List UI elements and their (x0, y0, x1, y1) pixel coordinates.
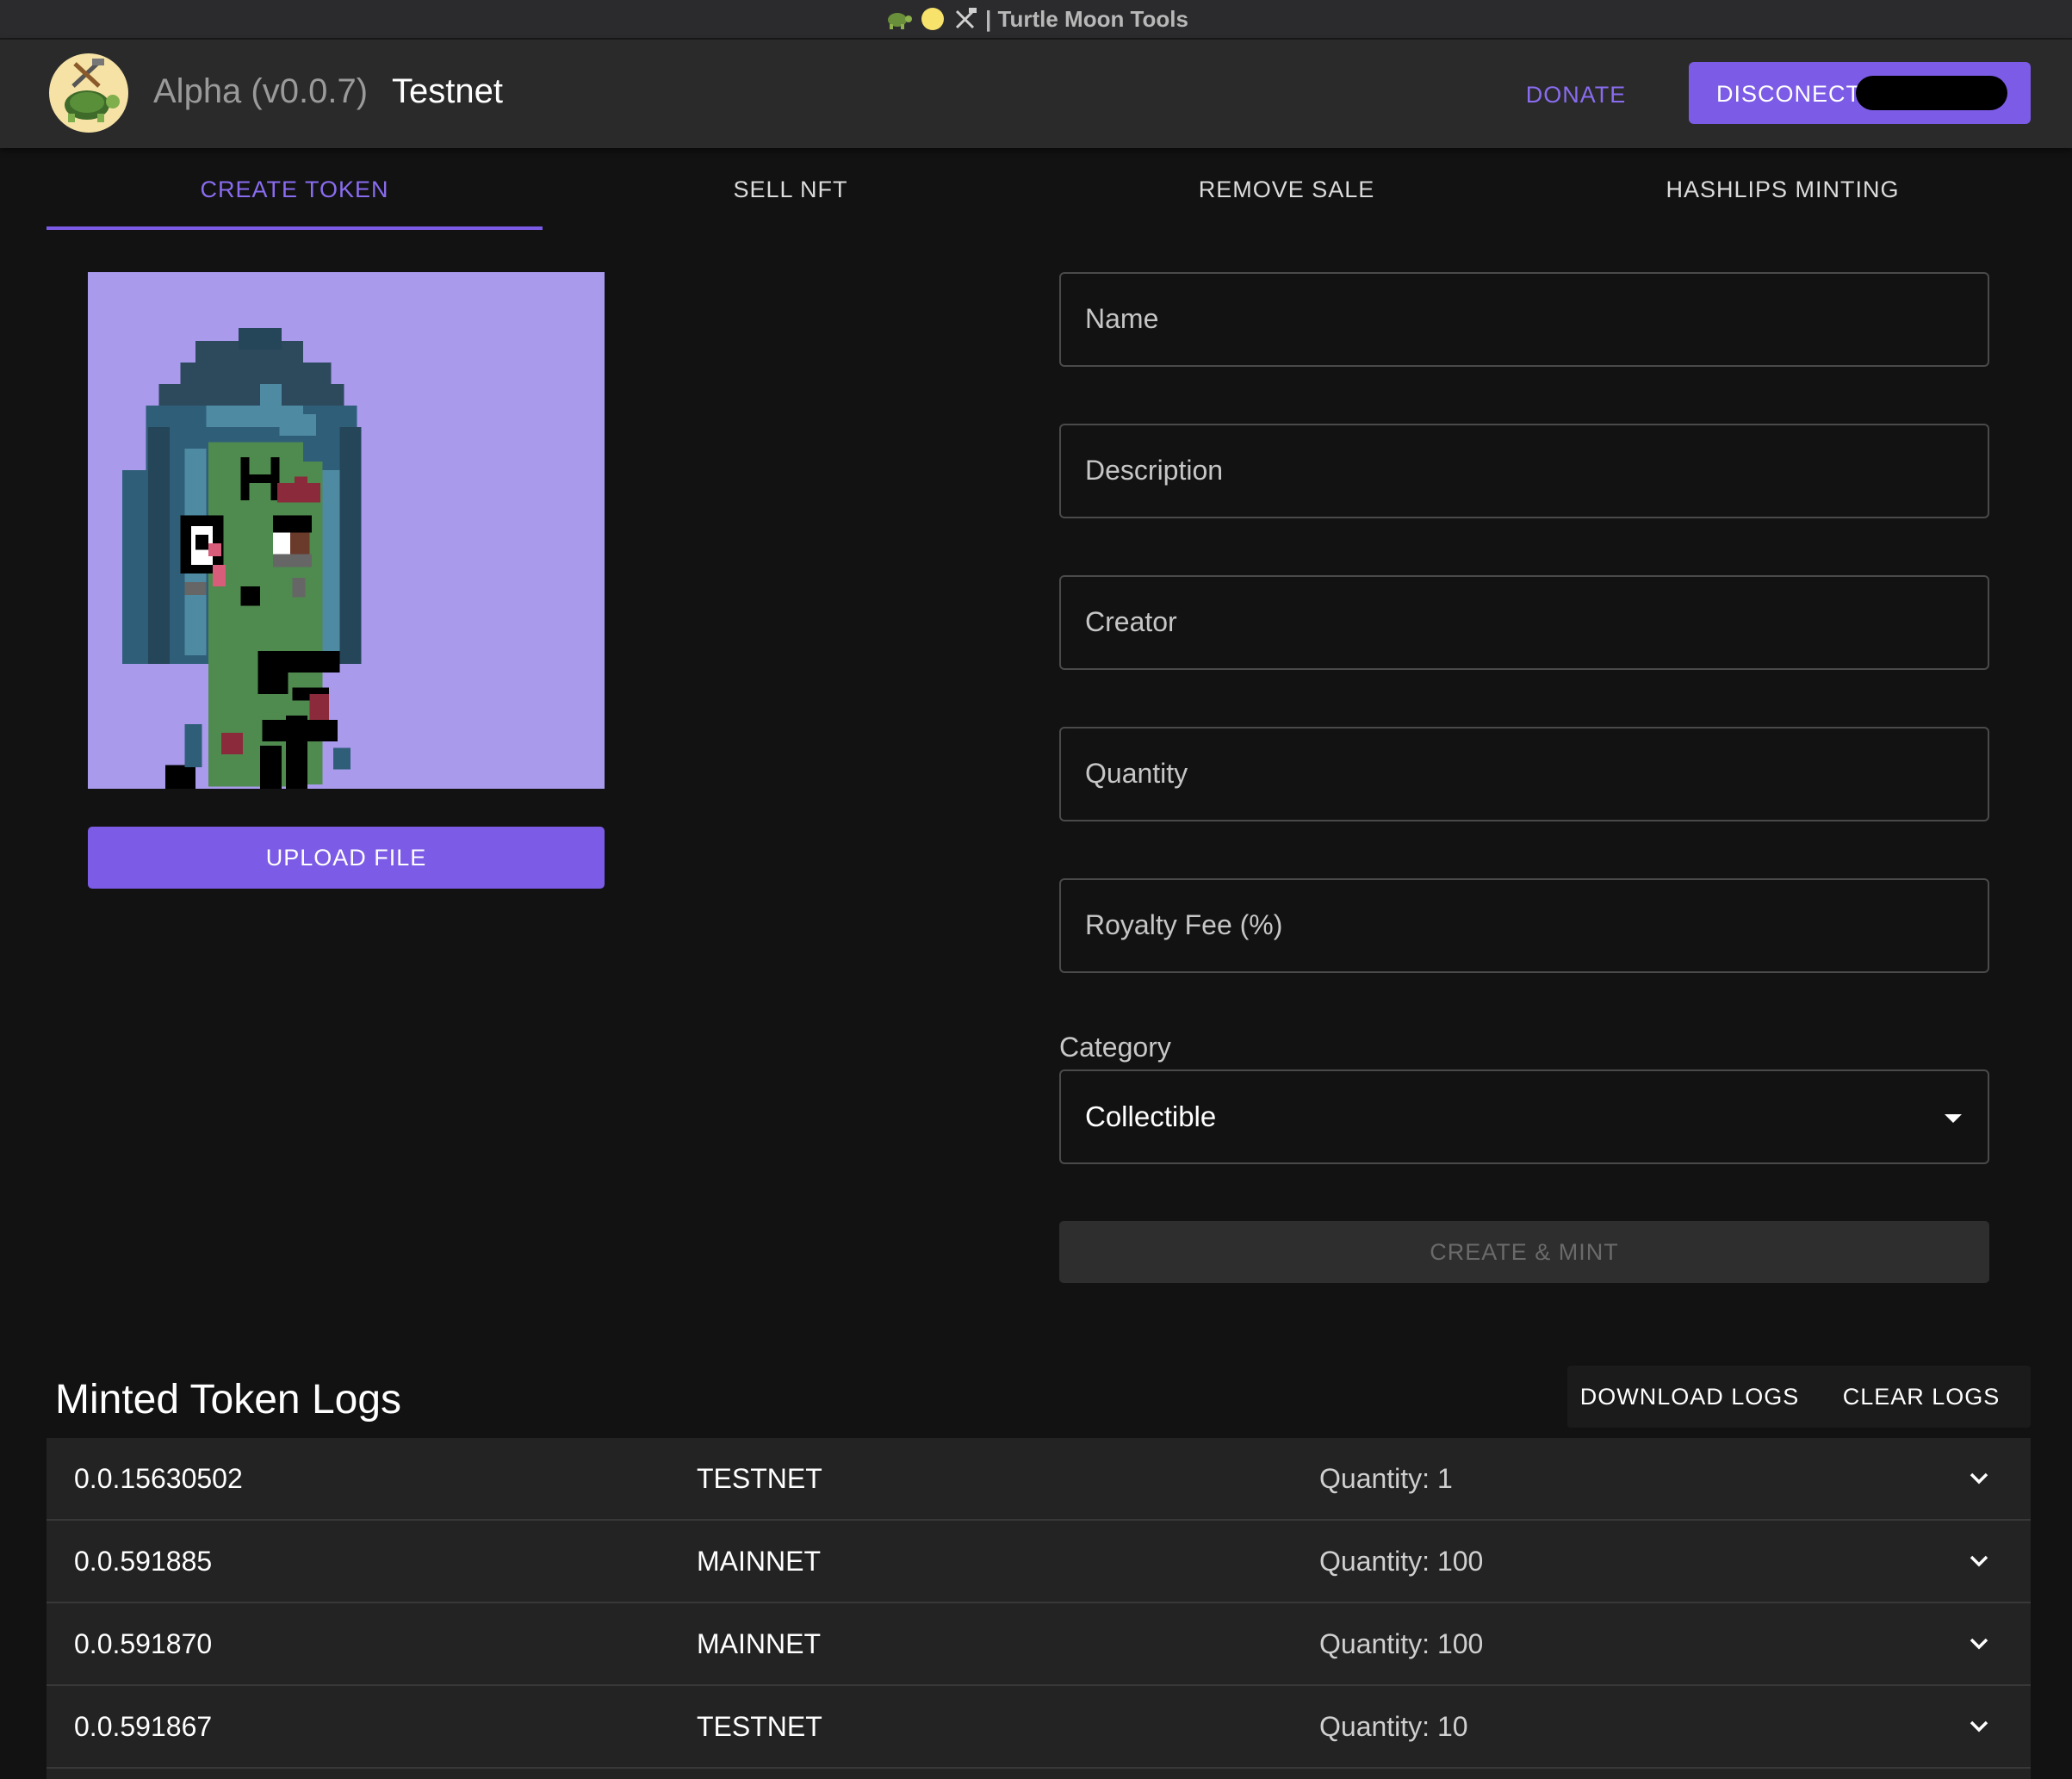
tab-create-token[interactable]: CREATE TOKEN (47, 148, 543, 231)
description-field-placeholder: Description (1085, 455, 1224, 486)
active-tab-indicator (47, 226, 543, 230)
create-mint-button[interactable]: CREATE & MINT (1059, 1221, 1989, 1283)
app-version: Alpha (v0.0.7) (153, 72, 369, 110)
dropdown-arrow-icon (1945, 1114, 1962, 1123)
description-field[interactable]: Description (1059, 424, 1989, 518)
quantity-field[interactable]: Quantity (1059, 727, 1989, 821)
log-token-id: 0.0.591870 (74, 1628, 213, 1659)
category-select[interactable]: Collectible (1059, 1069, 1989, 1164)
tab-remove-sale[interactable]: REMOVE SALE (1039, 148, 1535, 231)
log-token-id: 0.0.591867 (74, 1711, 213, 1742)
disconnect-label: DISCONECT (1716, 81, 1862, 107)
name-field-placeholder: Name (1085, 303, 1159, 334)
turtle-icon (888, 13, 913, 29)
turtle-logo (49, 53, 128, 133)
moon-icon (921, 8, 945, 30)
log-network: TESTNET (697, 1711, 822, 1742)
log-token-id: 0.0.15630502 (74, 1463, 243, 1494)
redacted-account-id (1856, 76, 2007, 110)
logs-title: Minted Token Logs (55, 1377, 402, 1423)
log-quantity: Quantity: 100 (1319, 1546, 1484, 1577)
category-value: Collectible (1085, 1100, 1217, 1132)
log-token-id: 0.0.591885 (74, 1546, 213, 1577)
window-title: | Turtle Moon Tools (985, 5, 1188, 32)
log-network: MAINNET (697, 1546, 821, 1577)
window-titlebar: | Turtle Moon Tools (0, 0, 2072, 40)
log-network: MAINNET (697, 1628, 821, 1659)
tab-bar: CREATE TOKEN SELL NFT REMOVE SALE HASHLI… (47, 148, 2031, 231)
name-field[interactable]: Name (1059, 272, 1989, 367)
log-row[interactable]: 0.0.591867 TESTNET Quantity: 10 (47, 1686, 2031, 1769)
app-bar: Alpha (v0.0.7) Testnet DONATE DISCONECT (0, 40, 2072, 148)
tab-hashlips-minting[interactable]: HASHLIPS MINTING (1535, 148, 2031, 231)
chevron-down-icon[interactable] (1967, 1466, 1991, 1490)
log-row[interactable]: 0.0.591870 MAINNET Quantity: 100 (47, 1603, 2031, 1686)
logs-list: 0.0.15630502 TESTNET Quantity: 1 0.0.591… (47, 1438, 2031, 1779)
creator-field-placeholder: Creator (1085, 606, 1177, 637)
upload-file-button[interactable]: UPLOAD FILE (88, 827, 605, 889)
network-name: Testnet (392, 72, 503, 110)
chevron-down-icon[interactable] (1967, 1548, 1991, 1572)
disconnect-button[interactable]: DISCONECT (1689, 62, 2031, 124)
royalty-fee-field-placeholder: Royalty Fee (%) (1085, 909, 1283, 940)
log-network: TESTNET (697, 1463, 822, 1494)
log-quantity: Quantity: 1 (1319, 1463, 1453, 1494)
log-quantity: Quantity: 100 (1319, 1628, 1484, 1659)
tools-icon (955, 8, 977, 29)
chevron-down-icon[interactable] (1967, 1714, 1991, 1738)
nft-preview-image (88, 272, 605, 789)
log-row[interactable]: 0.0.15630502 TESTNET Quantity: 1 (47, 1438, 2031, 1521)
donate-button[interactable]: DONATE (1509, 77, 1643, 112)
royalty-fee-field[interactable]: Royalty Fee (%) (1059, 878, 1989, 973)
download-logs-button[interactable]: DOWNLOAD LOGS (1567, 1366, 1812, 1428)
log-row-partial[interactable] (47, 1769, 2031, 1779)
category-label: Category (1059, 1032, 1171, 1063)
logs-actions: DOWNLOAD LOGS CLEAR LOGS (1567, 1366, 2031, 1428)
creator-field[interactable]: Creator (1059, 575, 1989, 670)
chevron-down-icon[interactable] (1967, 1631, 1991, 1655)
log-row[interactable]: 0.0.591885 MAINNET Quantity: 100 (47, 1521, 2031, 1603)
quantity-field-placeholder: Quantity (1085, 758, 1188, 789)
tab-sell-nft[interactable]: SELL NFT (543, 148, 1039, 231)
log-quantity: Quantity: 10 (1319, 1711, 1468, 1742)
clear-logs-button[interactable]: CLEAR LOGS (1812, 1366, 2031, 1428)
